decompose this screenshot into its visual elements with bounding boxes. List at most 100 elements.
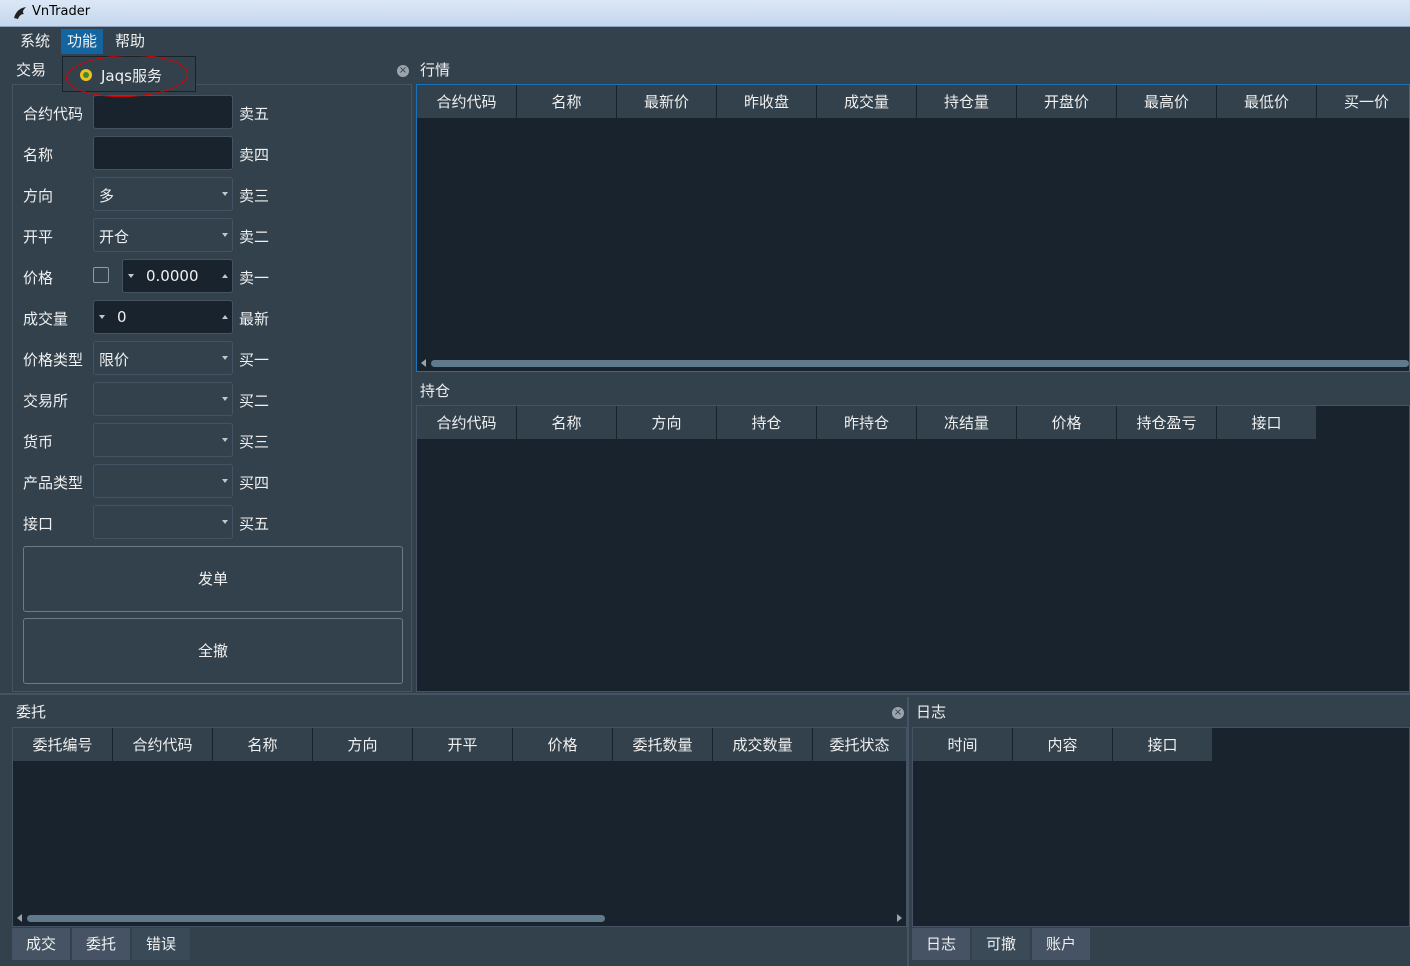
depth-label: 买一 bbox=[239, 351, 270, 369]
name-input[interactable] bbox=[93, 136, 233, 170]
depth-label: 买四 bbox=[239, 474, 270, 492]
column-header[interactable]: 开盘价 bbox=[1017, 85, 1117, 119]
window-titlebar: VnTrader bbox=[0, 0, 1410, 27]
column-header[interactable]: 接口 bbox=[1217, 406, 1317, 440]
column-header[interactable]: 价格 bbox=[513, 728, 613, 762]
exchange-select[interactable] bbox=[93, 382, 233, 416]
gateway-label: 接口 bbox=[23, 515, 54, 533]
column-header[interactable]: 持仓 bbox=[717, 406, 817, 440]
spin-up-icon[interactable] bbox=[222, 315, 228, 319]
splitter[interactable] bbox=[907, 697, 909, 966]
currency-select[interactable] bbox=[93, 423, 233, 457]
column-header[interactable]: 合约代码 bbox=[113, 728, 213, 762]
scrollbar-thumb[interactable] bbox=[431, 360, 1409, 367]
dock-title-market: 行情 bbox=[420, 61, 451, 79]
column-header[interactable]: 方向 bbox=[313, 728, 413, 762]
close-icon[interactable]: × bbox=[892, 707, 904, 719]
price-type-select[interactable]: 限价 bbox=[93, 341, 233, 375]
column-header[interactable]: 昨收盘 bbox=[717, 85, 817, 119]
direction-select[interactable]: 多 bbox=[93, 177, 233, 211]
symbol-label: 合约代码 bbox=[23, 105, 84, 123]
column-header[interactable]: 最低价 bbox=[1217, 85, 1317, 119]
tab-account[interactable]: 账户 bbox=[1032, 928, 1091, 960]
volume-spinbox[interactable]: 0 bbox=[93, 300, 233, 334]
spin-up-icon[interactable] bbox=[222, 274, 228, 278]
column-header[interactable]: 名称 bbox=[517, 406, 617, 440]
dock-title-trading: 交易 bbox=[16, 61, 47, 79]
column-header[interactable]: 委托编号 bbox=[13, 728, 113, 762]
send-order-button[interactable]: 发单 bbox=[23, 546, 403, 612]
column-header[interactable]: 成交数量 bbox=[713, 728, 813, 762]
trading-panel: 合约代码 卖五 名称 卖四 方向 多 卖三 开平 开仓 卖二 价格 0.0000… bbox=[12, 84, 412, 692]
price-checkbox[interactable] bbox=[93, 267, 109, 283]
column-header[interactable]: 价格 bbox=[1017, 406, 1117, 440]
spin-down-icon[interactable] bbox=[99, 315, 105, 319]
price-label: 价格 bbox=[23, 269, 54, 287]
column-header[interactable]: 持仓盈亏 bbox=[1117, 406, 1217, 440]
market-table[interactable]: 合约代码 名称 最新价 昨收盘 成交量 持仓量 开盘价 最高价 最低价 买一价 bbox=[416, 84, 1410, 372]
column-header[interactable]: 合约代码 bbox=[417, 85, 517, 119]
scroll-right-icon[interactable] bbox=[897, 914, 902, 922]
price-spinbox[interactable]: 0.0000 bbox=[122, 259, 233, 293]
horizontal-scrollbar[interactable] bbox=[13, 912, 906, 924]
cancel-all-button[interactable]: 全撤 bbox=[23, 618, 403, 684]
column-header[interactable]: 委托状态 bbox=[813, 728, 906, 762]
column-header[interactable]: 内容 bbox=[1013, 728, 1113, 762]
menu-system[interactable]: 系统 bbox=[14, 29, 56, 54]
table-header: 委托编号 合约代码 名称 方向 开平 价格 委托数量 成交数量 委托状态 bbox=[13, 728, 906, 762]
product-select[interactable] bbox=[93, 464, 233, 498]
horizontal-scrollbar[interactable] bbox=[417, 357, 1409, 369]
gateway-select[interactable] bbox=[93, 505, 233, 539]
chevron-down-icon bbox=[222, 479, 228, 483]
tab-orders[interactable]: 委托 bbox=[72, 928, 131, 960]
splitter[interactable] bbox=[0, 693, 1410, 695]
symbol-input[interactable] bbox=[93, 95, 233, 129]
order-table[interactable]: 委托编号 合约代码 名称 方向 开平 价格 委托数量 成交数量 委托状态 bbox=[12, 727, 907, 927]
column-header[interactable]: 冻结量 bbox=[917, 406, 1017, 440]
column-header[interactable]: 接口 bbox=[1113, 728, 1213, 762]
log-tabbar: 日志 可撤 账户 bbox=[912, 928, 1092, 964]
column-header[interactable]: 合约代码 bbox=[417, 406, 517, 440]
log-table[interactable]: 时间 内容 接口 bbox=[912, 727, 1410, 927]
column-header[interactable]: 委托数量 bbox=[613, 728, 713, 762]
spin-down-icon[interactable] bbox=[128, 274, 134, 278]
column-header[interactable]: 时间 bbox=[913, 728, 1013, 762]
chevron-down-icon bbox=[222, 192, 228, 196]
depth-label: 卖三 bbox=[239, 187, 270, 205]
column-header[interactable]: 昨持仓 bbox=[817, 406, 917, 440]
tab-errors[interactable]: 错误 bbox=[132, 928, 191, 960]
name-label: 名称 bbox=[23, 146, 54, 164]
column-header[interactable]: 成交量 bbox=[817, 85, 917, 119]
scroll-left-icon[interactable] bbox=[17, 914, 22, 922]
menu-function[interactable]: 功能 bbox=[61, 29, 104, 54]
position-table[interactable]: 合约代码 名称 方向 持仓 昨持仓 冻结量 价格 持仓盈亏 接口 bbox=[416, 405, 1410, 692]
column-header[interactable]: 开平 bbox=[413, 728, 513, 762]
direction-value: 多 bbox=[99, 187, 115, 205]
depth-label: 卖五 bbox=[239, 105, 270, 123]
column-header[interactable]: 买一价 bbox=[1317, 85, 1409, 119]
chevron-down-icon bbox=[222, 356, 228, 360]
chevron-down-icon bbox=[222, 520, 228, 524]
column-header[interactable]: 最高价 bbox=[1117, 85, 1217, 119]
column-header[interactable]: 名称 bbox=[213, 728, 313, 762]
offset-select[interactable]: 开仓 bbox=[93, 218, 233, 252]
depth-label: 卖四 bbox=[239, 146, 270, 164]
depth-label: 买五 bbox=[239, 515, 270, 533]
price-value: 0.0000 bbox=[146, 267, 199, 285]
depth-label: 买二 bbox=[239, 392, 270, 410]
tab-cancellable[interactable]: 可撤 bbox=[972, 928, 1031, 960]
column-header[interactable]: 方向 bbox=[617, 406, 717, 440]
scroll-left-icon[interactable] bbox=[421, 359, 426, 367]
tab-trades[interactable]: 成交 bbox=[12, 928, 71, 960]
menu-help[interactable]: 帮助 bbox=[109, 29, 151, 54]
dock-title-position: 持仓 bbox=[420, 382, 451, 400]
scrollbar-thumb[interactable] bbox=[27, 915, 605, 922]
tab-log[interactable]: 日志 bbox=[912, 928, 971, 960]
column-header[interactable]: 名称 bbox=[517, 85, 617, 119]
column-header[interactable]: 持仓量 bbox=[917, 85, 1017, 119]
table-header: 时间 内容 接口 bbox=[913, 728, 1213, 762]
product-label: 产品类型 bbox=[23, 474, 84, 492]
column-header[interactable]: 最新价 bbox=[617, 85, 717, 119]
depth-label: 卖二 bbox=[239, 228, 270, 246]
close-icon[interactable]: × bbox=[397, 65, 409, 77]
